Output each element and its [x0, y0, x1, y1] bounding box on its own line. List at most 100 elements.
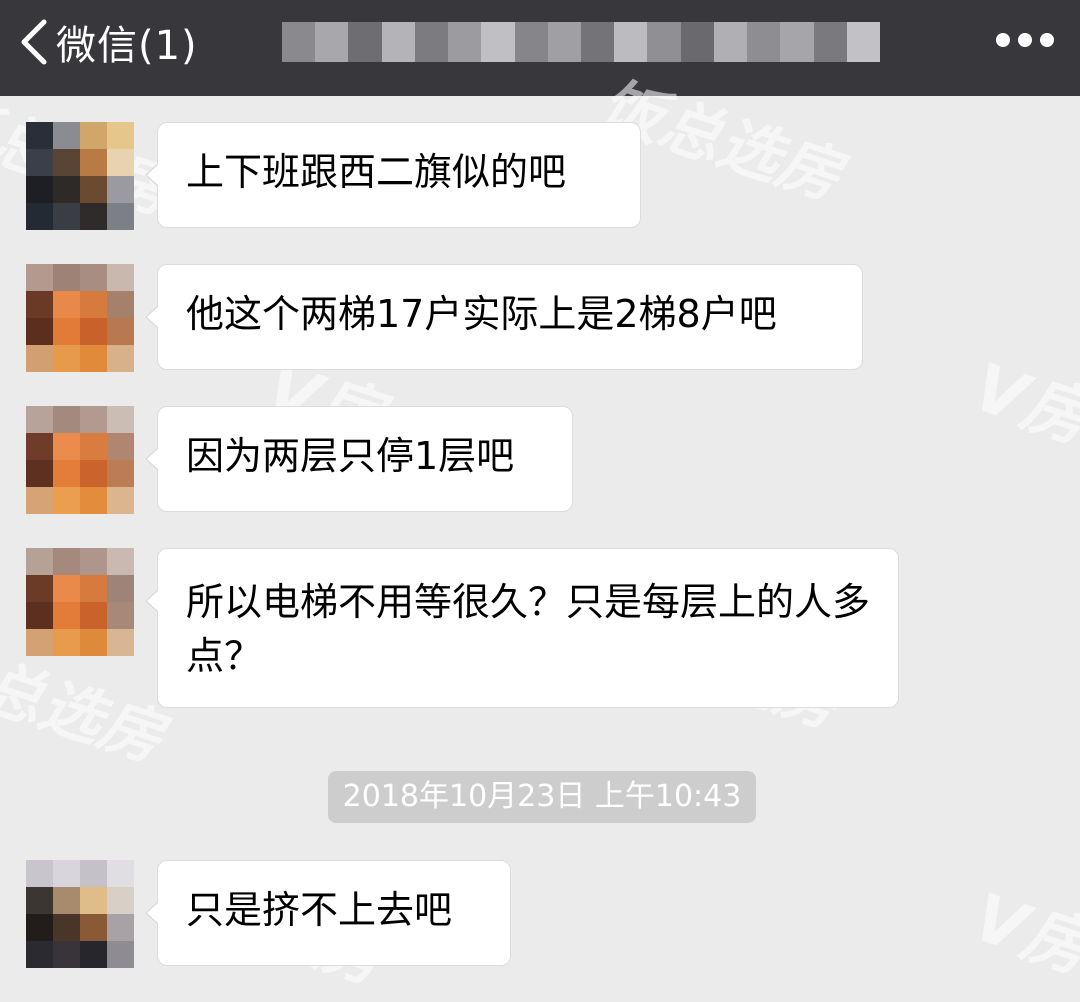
avatar-mosaic-cell — [80, 460, 107, 487]
avatar-mosaic-cell — [26, 602, 53, 629]
watermark-logo: V房 — [964, 878, 1080, 988]
avatar-mosaic-cell — [80, 887, 107, 914]
avatar[interactable] — [26, 122, 134, 230]
title-mosaic-cell — [647, 22, 681, 62]
avatar-mosaic-cell — [80, 203, 107, 230]
avatar-mosaic-cell — [26, 122, 53, 149]
avatar-mosaic-cell — [26, 203, 53, 230]
title-mosaic-cell — [381, 22, 415, 62]
avatar[interactable] — [26, 548, 134, 656]
avatar-mosaic-cell — [53, 149, 80, 176]
avatar-mosaic-cell — [80, 487, 107, 514]
title-mosaic-cell — [747, 22, 781, 62]
chat-title-pixelated — [282, 22, 880, 62]
avatar-mosaic-cell — [53, 941, 80, 968]
avatar-mosaic-cell — [53, 629, 80, 656]
avatar-mosaic-cell — [107, 318, 134, 345]
title-mosaic-cell — [547, 22, 581, 62]
avatar-mosaic-cell — [107, 176, 134, 203]
avatar-mosaic-cell — [80, 149, 107, 176]
avatar-mosaic-cell — [53, 487, 80, 514]
avatar-mosaic-cell — [107, 433, 134, 460]
title-mosaic-cell — [315, 22, 349, 62]
back-label: 微信(1) — [56, 23, 198, 69]
message-bubble[interactable]: 他这个两梯17户实际上是2梯8户吧 — [145, 264, 863, 370]
title-mosaic-cell — [780, 22, 814, 62]
avatar-mosaic-cell — [26, 575, 53, 602]
message-bubble[interactable]: 因为两层只停1层吧 — [145, 406, 573, 512]
avatar-mosaic-cell — [107, 122, 134, 149]
avatar-mosaic-cell — [26, 941, 53, 968]
avatar-mosaic-cell — [107, 291, 134, 318]
avatar-mosaic-cell — [107, 602, 134, 629]
avatar-mosaic-cell — [107, 548, 134, 575]
avatar[interactable] — [26, 406, 134, 514]
avatar-mosaic-cell — [107, 203, 134, 230]
avatar-mosaic-cell — [107, 860, 134, 887]
avatar-mosaic-cell — [53, 291, 80, 318]
avatar-mosaic-cell — [53, 318, 80, 345]
avatar[interactable] — [26, 264, 134, 372]
avatar-mosaic-cell — [53, 602, 80, 629]
avatar-mosaic-cell — [53, 264, 80, 291]
avatar-mosaic-cell — [26, 264, 53, 291]
avatar-mosaic-cell — [53, 345, 80, 372]
avatar-mosaic-cell — [26, 345, 53, 372]
title-mosaic-cell — [348, 22, 382, 62]
avatar-mosaic-cell — [107, 149, 134, 176]
title-mosaic-cell — [414, 22, 449, 62]
title-mosaic-cell — [846, 22, 880, 62]
watermark-logo: V房 — [964, 348, 1080, 458]
avatar-mosaic-cell — [80, 602, 107, 629]
avatar-mosaic-cell — [26, 433, 53, 460]
message-bubble[interactable]: 上下班跟西二旗似的吧 — [145, 122, 641, 228]
avatar-mosaic-cell — [26, 318, 53, 345]
timestamp: 2018年10月23日 上午10:43 — [328, 771, 756, 823]
avatar-mosaic-cell — [80, 318, 107, 345]
avatar-mosaic-cell — [26, 548, 53, 575]
avatar-mosaic-cell — [107, 264, 134, 291]
avatar-mosaic-cell — [80, 548, 107, 575]
avatar-mosaic-cell — [107, 941, 134, 968]
avatar-mosaic-cell — [53, 176, 80, 203]
back-button[interactable]: 微信(1) — [18, 14, 198, 70]
chevron-left-icon — [21, 19, 47, 65]
avatar-mosaic-cell — [107, 575, 134, 602]
message-bubble[interactable]: 只是挤不上去吧 — [145, 860, 511, 966]
avatar-mosaic-cell — [53, 575, 80, 602]
avatar-mosaic-cell — [53, 460, 80, 487]
avatar-mosaic-cell — [107, 406, 134, 433]
avatar-mosaic-cell — [26, 887, 53, 914]
message-bubble[interactable]: 所以电梯不用等很久？只是每层上的人多点？ — [145, 548, 899, 708]
avatar-mosaic-cell — [80, 433, 107, 460]
avatar-mosaic-cell — [53, 406, 80, 433]
avatar-mosaic-cell — [80, 122, 107, 149]
avatar-mosaic-cell — [26, 487, 53, 514]
more-button[interactable] — [996, 30, 1054, 50]
title-mosaic-cell — [614, 22, 648, 62]
avatar-mosaic-cell — [80, 914, 107, 941]
avatar-mosaic-cell — [53, 203, 80, 230]
avatar-mosaic-cell — [26, 860, 53, 887]
avatar-mosaic-cell — [53, 914, 80, 941]
avatar-mosaic-cell — [107, 345, 134, 372]
avatar-mosaic-cell — [80, 264, 107, 291]
avatar-mosaic-cell — [107, 914, 134, 941]
title-mosaic-cell — [713, 22, 748, 62]
navigation-bar: 微信(1) — [0, 0, 1080, 96]
avatar-mosaic-cell — [80, 629, 107, 656]
avatar-mosaic-cell — [80, 291, 107, 318]
avatar-mosaic-cell — [107, 487, 134, 514]
avatar-mosaic-cell — [80, 575, 107, 602]
avatar-mosaic-cell — [26, 406, 53, 433]
avatar-mosaic-cell — [107, 887, 134, 914]
avatar[interactable] — [26, 860, 134, 968]
avatar-mosaic-cell — [53, 122, 80, 149]
avatar-mosaic-cell — [26, 629, 53, 656]
title-mosaic-cell — [514, 22, 548, 62]
avatar-mosaic-cell — [26, 149, 53, 176]
avatar-mosaic-cell — [80, 860, 107, 887]
avatar-mosaic-cell — [53, 887, 80, 914]
avatar-mosaic-cell — [53, 860, 80, 887]
avatar-mosaic-cell — [80, 176, 107, 203]
